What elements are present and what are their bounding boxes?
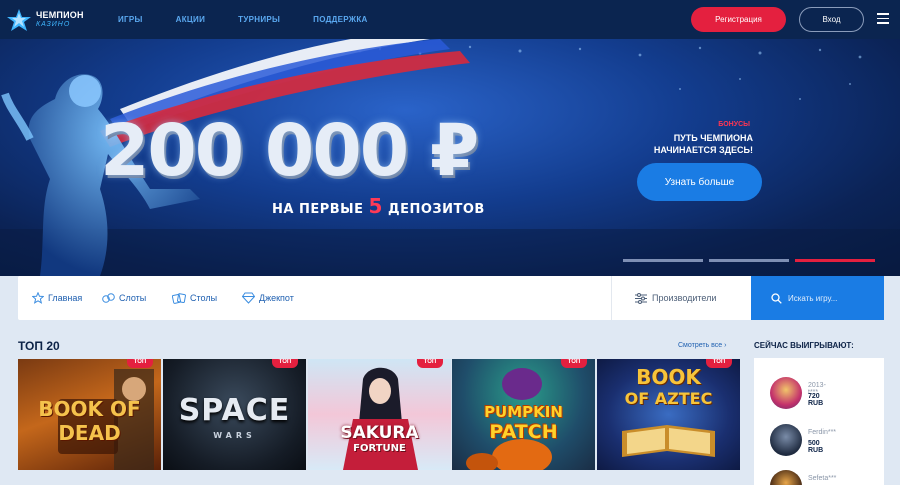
game-title: SPACE — [178, 393, 291, 428]
category-slots-label: Слоты — [119, 293, 147, 303]
menu-icon[interactable] — [877, 13, 889, 25]
register-button[interactable]: Регистрация — [691, 7, 786, 32]
winner-amount: 500 RUB — [808, 440, 824, 454]
learn-more-button[interactable]: Узнать больше — [637, 163, 762, 201]
top-badge: ТОП — [417, 359, 443, 368]
category-jackpot-label: Джекпот — [259, 293, 294, 303]
see-all-label: Смотреть все — [678, 342, 723, 349]
promo-banner[interactable]: 200 000 ₽ НА ПЕРВЫЕ 5 ДЕПОЗИТОВ БОНУСЫ П… — [0, 39, 900, 276]
game-card-book-of-aztec[interactable]: ТОП BOOK OF AZTEC — [597, 359, 740, 470]
deposit-prefix: НА ПЕРВЫЕ — [272, 202, 364, 217]
top-badge: ТОП — [272, 359, 298, 368]
nav-tournaments[interactable]: ТУРНИРЫ — [238, 15, 280, 24]
filter-icon — [635, 292, 647, 304]
bonus-title: ПУТЬ ЧЕМПИОНА НАЧИНАЕТСЯ ЗДЕСЬ! — [620, 132, 753, 156]
game-card-space-wars[interactable]: ТОП SPACE WARS — [163, 359, 306, 470]
slide-indicator-1[interactable] — [623, 259, 703, 262]
avatar — [770, 377, 802, 409]
slots-icon — [102, 293, 115, 303]
winner-amount: 720 RUB — [808, 393, 824, 407]
cards-icon — [172, 293, 186, 304]
avatar — [770, 470, 802, 485]
bonus-amount: 200 000 ₽ — [100, 109, 479, 192]
nav-support[interactable]: ПОДДЕРЖКА — [313, 15, 367, 24]
logo[interactable]: ЧЕМПИОН КАЗИНО — [6, 6, 96, 32]
search-icon — [771, 292, 782, 304]
top-badge: ТОП — [127, 359, 153, 368]
winners-title: СЕЙЧАС ВЫИГРЫВАЮТ: — [754, 341, 854, 350]
deposit-count: 5 — [368, 194, 383, 218]
bonus-title-line1: ПУТЬ ЧЕМПИОНА — [673, 133, 753, 143]
winner-name: Ferdin*** — [808, 429, 837, 436]
bonus-label: БОНУСЫ — [718, 121, 750, 128]
providers-label: Производители — [652, 293, 717, 303]
logo-subtitle: КАЗИНО — [36, 21, 71, 28]
category-home[interactable]: Главная — [32, 276, 82, 320]
game-title: BOOK OF DEAD — [38, 397, 141, 445]
game-subtitle: FORTUNE — [353, 443, 406, 454]
game-card-pumpkin-patch[interactable]: ТОП PUMPKIN PATCH — [452, 359, 595, 470]
star-logo-icon — [7, 9, 31, 31]
winner-name: Sefeta*** — [808, 475, 837, 482]
winners-panel: 2013-t*** 720 RUB Ferdin*** 500 RUB Sefe… — [754, 358, 884, 485]
game-card-book-of-dead[interactable]: ТОП BOOK OF DEAD — [18, 359, 161, 470]
main-nav: ИГРЫ АКЦИИ ТУРНИРЫ ПОДДЕРЖКА — [118, 0, 401, 39]
see-all-link[interactable]: Смотреть все › — [678, 342, 726, 349]
section-title: ТОП 20 — [18, 339, 60, 353]
avatar — [770, 424, 802, 456]
divider — [611, 276, 612, 320]
top-header: ЧЕМПИОН КАЗИНО ИГРЫ АКЦИИ ТУРНИРЫ ПОДДЕР… — [0, 0, 900, 39]
deposit-suffix: ДЕПОЗИТОВ — [388, 202, 485, 217]
game-card-sakura-fortune[interactable]: ТОП SAKURA FORTUNE — [308, 359, 451, 470]
category-tables-label: Столы — [190, 293, 218, 303]
category-tables[interactable]: Столы — [172, 276, 217, 320]
login-button[interactable]: Вход — [799, 7, 864, 32]
top-badge: ТОП — [561, 359, 587, 368]
game-subtitle: WARS — [213, 431, 256, 440]
category-jackpot[interactable]: Джекпот — [242, 276, 294, 320]
nav-promotions[interactable]: АКЦИИ — [176, 15, 206, 24]
search-box[interactable] — [751, 276, 884, 320]
game-title: PUMPKIN — [484, 403, 563, 421]
providers-filter[interactable]: Производители — [635, 276, 716, 320]
category-home-label: Главная — [48, 293, 83, 303]
game-title: SAKURA — [340, 423, 419, 443]
game-subtitle: PATCH — [489, 421, 558, 443]
slide-indicator-3[interactable] — [795, 259, 875, 262]
star-icon — [32, 292, 44, 304]
nav-games[interactable]: ИГРЫ — [118, 15, 143, 24]
diamond-icon — [242, 292, 255, 304]
game-subtitle: OF AZTEC — [624, 389, 713, 408]
top-badge: ТОП — [706, 359, 732, 368]
bonus-title-line2: НАЧИНАЕТСЯ ЗДЕСЬ! — [653, 145, 753, 155]
logo-title: ЧЕМПИОН — [36, 10, 84, 20]
games-row: ТОП BOOK OF DEAD ТОП SPACE WARS ТОП SAKU… — [18, 359, 740, 470]
game-title: BOOK — [636, 365, 701, 389]
category-slots[interactable]: Слоты — [102, 276, 146, 320]
deposit-subtitle: НА ПЕРВЫЕ 5 ДЕПОЗИТОВ — [272, 194, 485, 218]
slide-indicator-2[interactable] — [709, 259, 789, 262]
search-input[interactable] — [788, 293, 878, 303]
slider-indicators — [623, 259, 875, 262]
